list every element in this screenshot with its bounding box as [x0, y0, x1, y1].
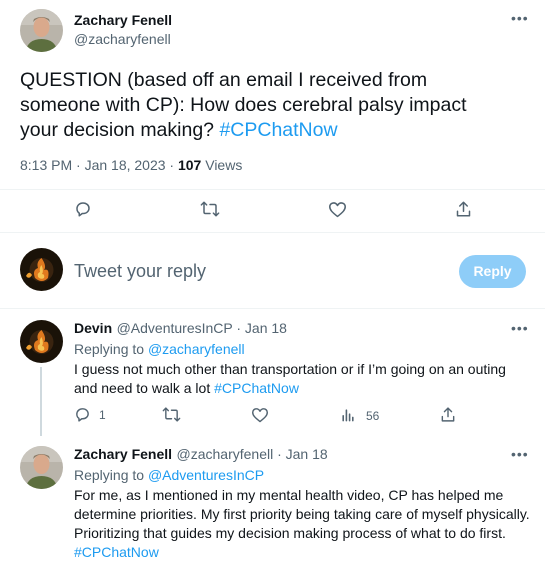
author-name[interactable]: Devin: [74, 320, 112, 336]
hashtag-link[interactable]: #CPChatNow: [219, 119, 337, 141]
tweet-text: QUESTION (based off an email I received …: [20, 68, 490, 143]
view-count: 56: [366, 409, 380, 423]
reply-input[interactable]: Tweet your reply: [74, 261, 206, 282]
like-icon[interactable]: [251, 407, 269, 423]
more-icon[interactable]: •••: [511, 320, 529, 336]
replying-to: Replying to @AdventuresInCP: [74, 467, 264, 483]
reply-text: I guess not much other than transportati…: [74, 360, 529, 398]
views-icon[interactable]: [340, 407, 356, 423]
avatar[interactable]: [20, 248, 63, 291]
replying-to: Replying to @zacharyfenell: [74, 341, 245, 357]
tweet-metadata: 8:13 PM · Jan 18, 2023 · 107 Views: [20, 157, 242, 173]
reply-header: Devin @AdventuresInCP · Jan 18: [74, 320, 287, 338]
author-name[interactable]: Zachary Fenell: [74, 12, 172, 28]
share-icon[interactable]: [440, 406, 456, 423]
replying-to-label: Replying to: [74, 467, 148, 483]
more-icon[interactable]: •••: [511, 10, 529, 26]
like-icon[interactable]: [328, 201, 347, 218]
share-icon[interactable]: [455, 200, 472, 218]
avatar[interactable]: [20, 446, 63, 489]
author-handle[interactable]: @zacharyfenell: [177, 446, 274, 462]
divider: [0, 189, 545, 190]
thread-line: [40, 367, 42, 436]
reply-date[interactable]: · Jan 18: [273, 446, 328, 462]
author-name[interactable]: Zachary Fenell: [74, 446, 172, 462]
views-count: 107: [177, 157, 202, 173]
reply-date[interactable]: · Jan 18: [232, 320, 287, 336]
reply-count: 1: [99, 408, 106, 422]
timestamp[interactable]: 8:13 PM · Jan 18, 2023 ·: [20, 157, 178, 173]
retweet-icon[interactable]: [200, 200, 220, 218]
reply-body: For me, as I mentioned in my mental heal…: [74, 487, 530, 541]
replying-to-handle[interactable]: @zacharyfenell: [148, 341, 245, 357]
views-label: Views: [201, 157, 243, 173]
retweet-icon[interactable]: [162, 406, 181, 423]
avatar[interactable]: [20, 9, 63, 52]
author-handle[interactable]: @zacharyfenell: [74, 31, 171, 47]
avatar[interactable]: [20, 320, 63, 363]
reply-text: For me, as I mentioned in my mental heal…: [74, 486, 534, 562]
divider: [0, 308, 545, 309]
hashtag-link[interactable]: #CPChatNow: [214, 380, 299, 396]
reply-button[interactable]: Reply: [459, 255, 526, 288]
replying-to-handle[interactable]: @AdventuresInCP: [148, 467, 264, 483]
replying-to-label: Replying to: [74, 341, 148, 357]
divider: [0, 232, 545, 233]
reply-icon[interactable]: [74, 406, 91, 423]
more-icon[interactable]: •••: [511, 446, 529, 462]
author-handle[interactable]: @AdventuresInCP: [117, 320, 233, 336]
reply-icon[interactable]: [74, 200, 92, 218]
hashtag-link[interactable]: #CPChatNow: [74, 544, 159, 560]
reply-header: Zachary Fenell @zacharyfenell · Jan 18: [74, 446, 328, 464]
